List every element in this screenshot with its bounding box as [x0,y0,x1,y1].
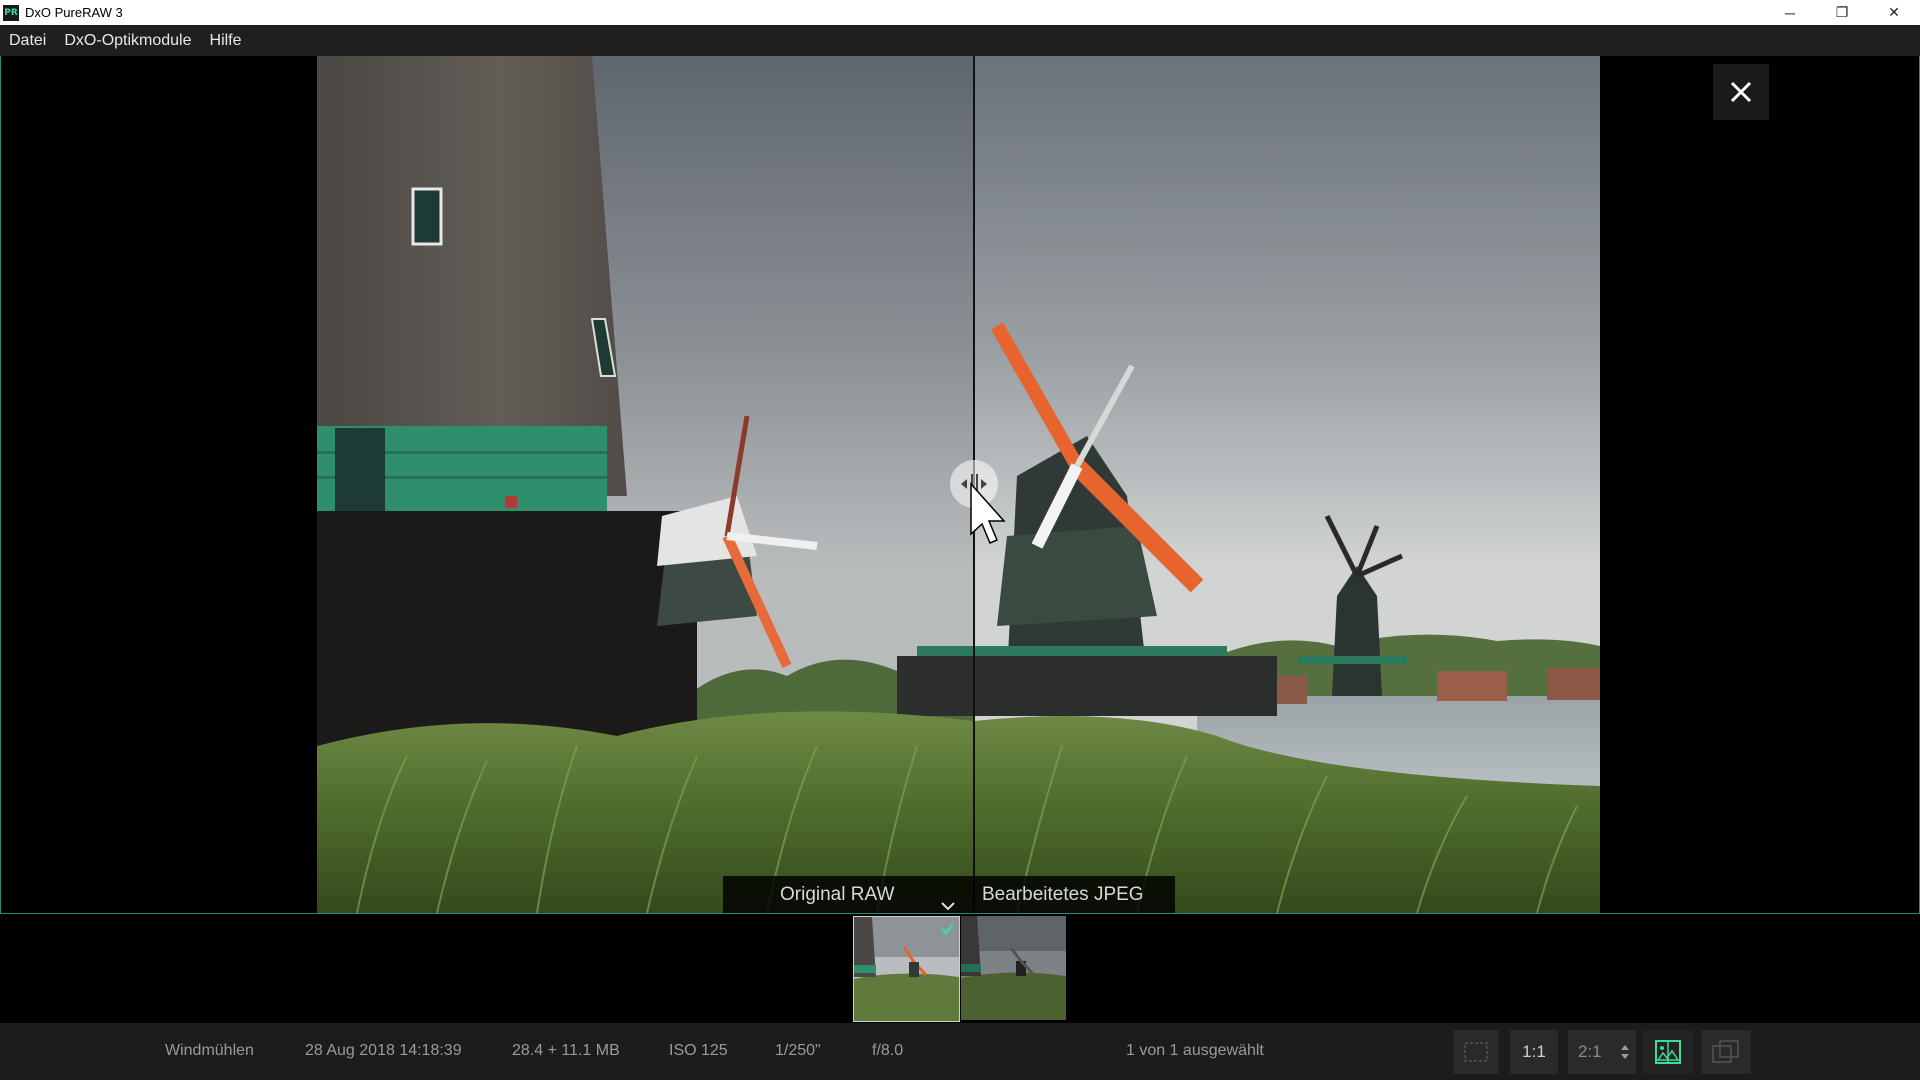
menu-bar: Datei DxO-Optikmodule Hilfe [0,25,1920,56]
zoom-2-1-label: 2:1 [1578,1042,1602,1061]
processed-jpeg-label: Bearbeitetes JPEG [982,884,1144,905]
chevron-down-icon [941,901,955,910]
app-logo-icon: PR [3,4,19,21]
window-controls: ─ ❐ ✕ [1764,0,1920,25]
compare-label-bar: Original RAW Bearbeitetes JPEG [723,876,1175,913]
menu-item-hilfe[interactable]: Hilfe [201,32,251,50]
status-bar: Windmühlen 28 Aug 2018 14:18:39 28.4 + 1… [0,1023,1920,1080]
check-icon [941,923,954,935]
comparison-photo[interactable] [317,56,1600,913]
filmstrip [0,914,1920,1023]
zoom-2-1-selector[interactable]: 2:1 [1568,1030,1636,1074]
capture-date: 28 Aug 2018 14:18:39 [305,1042,462,1059]
image-name: Windmühlen [165,1042,254,1059]
thumbnail-original[interactable] [853,916,960,1022]
minimize-button[interactable]: ─ [1764,0,1816,25]
menu-item-optikmodule[interactable]: DxO-Optikmodule [55,32,200,50]
close-icon [1730,81,1752,103]
zoom-1-1-button[interactable]: 1:1 [1510,1030,1558,1074]
file-size: 28.4 + 11.1 MB [512,1042,620,1059]
side-by-side-icon [1712,1040,1739,1063]
aperture-value: f/8.0 [872,1042,904,1059]
fit-to-screen-button[interactable] [1453,1030,1499,1074]
shutter-speed: 1/250" [775,1042,821,1059]
restore-button[interactable]: ❐ [1816,0,1868,25]
thumbnail-image [961,916,1066,1020]
split-view-button[interactable] [1643,1030,1693,1074]
close-viewer-button[interactable] [1713,64,1769,120]
image-viewer: Original RAW Bearbeitetes JPEG [0,56,1920,914]
windmill-scene [317,56,1600,913]
title-bar: PR DxO PureRAW 3 ─ ❐ ✕ [0,0,1920,25]
stepper-arrows-icon [1621,1045,1629,1059]
side-by-side-button[interactable] [1701,1030,1751,1074]
fit-screen-icon [1464,1042,1488,1062]
menu-item-datei[interactable]: Datei [0,32,55,50]
selection-count: 1 von 1 ausgewählt [1126,1042,1264,1059]
iso-value: ISO 125 [669,1042,728,1059]
split-view-icon [1655,1040,1681,1064]
compare-mode-toggle[interactable] [933,898,963,913]
selected-check-badge [940,921,955,936]
app-window: PR DxO PureRAW 3 ─ ❐ ✕ Datei DxO-Optikmo… [0,0,1920,1080]
thumbnail-processed[interactable] [961,916,1066,1020]
close-window-button[interactable]: ✕ [1868,0,1920,25]
original-raw-label: Original RAW [780,884,895,905]
window-title: DxO PureRAW 3 [25,5,123,20]
